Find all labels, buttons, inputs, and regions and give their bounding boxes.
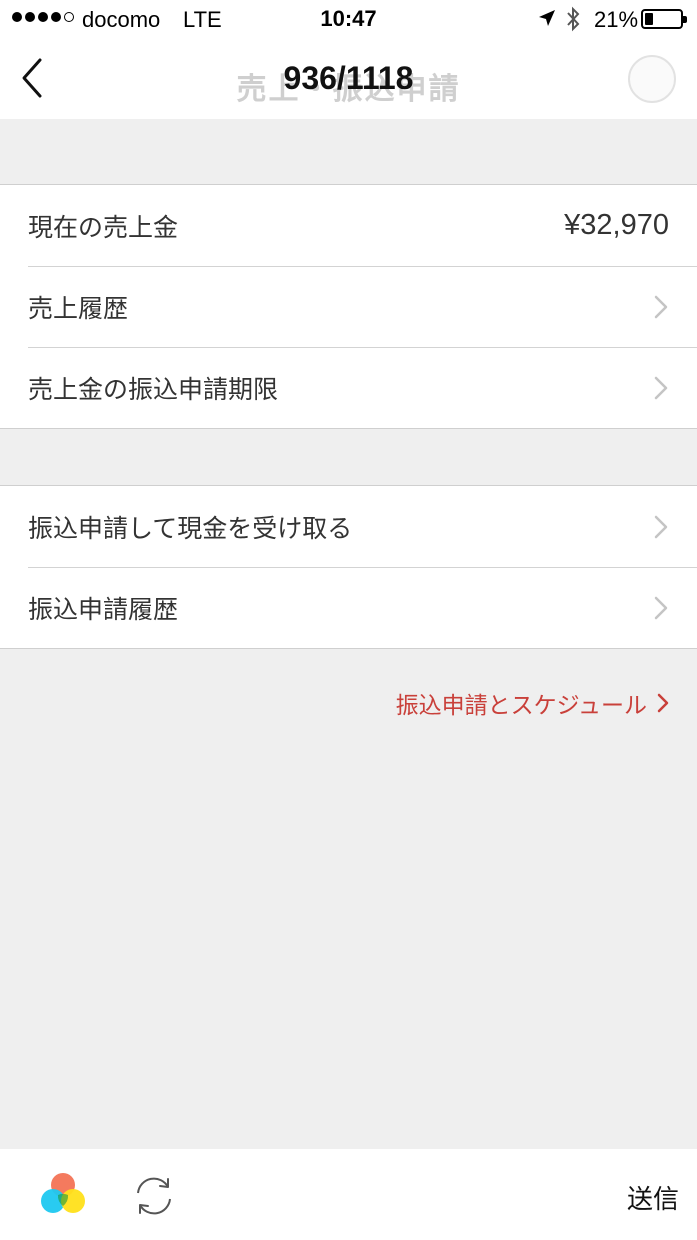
sales-history-row[interactable]: 売上履歴: [0, 266, 697, 347]
chevron-right-icon: [654, 515, 668, 538]
send-button[interactable]: 送信: [627, 1179, 679, 1216]
sales-history-label: 売上履歴: [28, 293, 129, 323]
status-bar: docomo LTE 10:47 21%: [0, 0, 697, 38]
transfer-request-label: 振込申請して現金を受け取る: [28, 513, 353, 543]
transfer-history-label: 振込申請履歴: [28, 594, 179, 624]
color-filter-icon[interactable]: [38, 1171, 88, 1221]
capture-circle-button[interactable]: [628, 55, 676, 103]
screenshot-counter: 936/1118: [283, 60, 414, 96]
current-sales-row: 現在の売上金 ¥32,970: [0, 185, 697, 266]
transfer-schedule-link[interactable]: 振込申請とスケジュール: [396, 686, 669, 720]
location-arrow-icon: [539, 10, 555, 26]
battery-icon: [641, 9, 687, 29]
chevron-right-icon: [654, 295, 668, 318]
chevron-right-icon: [657, 693, 669, 713]
refresh-icon[interactable]: [130, 1173, 178, 1219]
current-sales-label: 現在の売上金: [28, 212, 179, 242]
transfer-deadline-label: 売上金の振込申請期限: [28, 374, 279, 404]
transfer-deadline-row[interactable]: 売上金の振込申請期限: [0, 347, 697, 428]
navigation-bar: 売上・振込申請 936/1118: [0, 38, 697, 119]
bottom-toolbar: 送信: [0, 1149, 697, 1240]
sales-group: 現在の売上金 ¥32,970 売上履歴 売上金の振込申請期限: [0, 184, 697, 429]
transfer-history-row[interactable]: 振込申請履歴: [0, 567, 697, 648]
transfer-schedule-label: 振込申請とスケジュール: [395, 693, 647, 719]
current-sales-value: ¥32,970: [564, 209, 669, 241]
clock: 10:47: [320, 6, 377, 31]
transfer-request-row[interactable]: 振込申請して現金を受け取る: [0, 486, 697, 567]
battery-percent: 21%: [594, 7, 639, 32]
chevron-right-icon: [654, 596, 668, 619]
chevron-right-icon: [654, 376, 668, 399]
bluetooth-icon: [567, 6, 580, 32]
transfer-group: 振込申請して現金を受け取る 振込申請履歴: [0, 485, 697, 649]
